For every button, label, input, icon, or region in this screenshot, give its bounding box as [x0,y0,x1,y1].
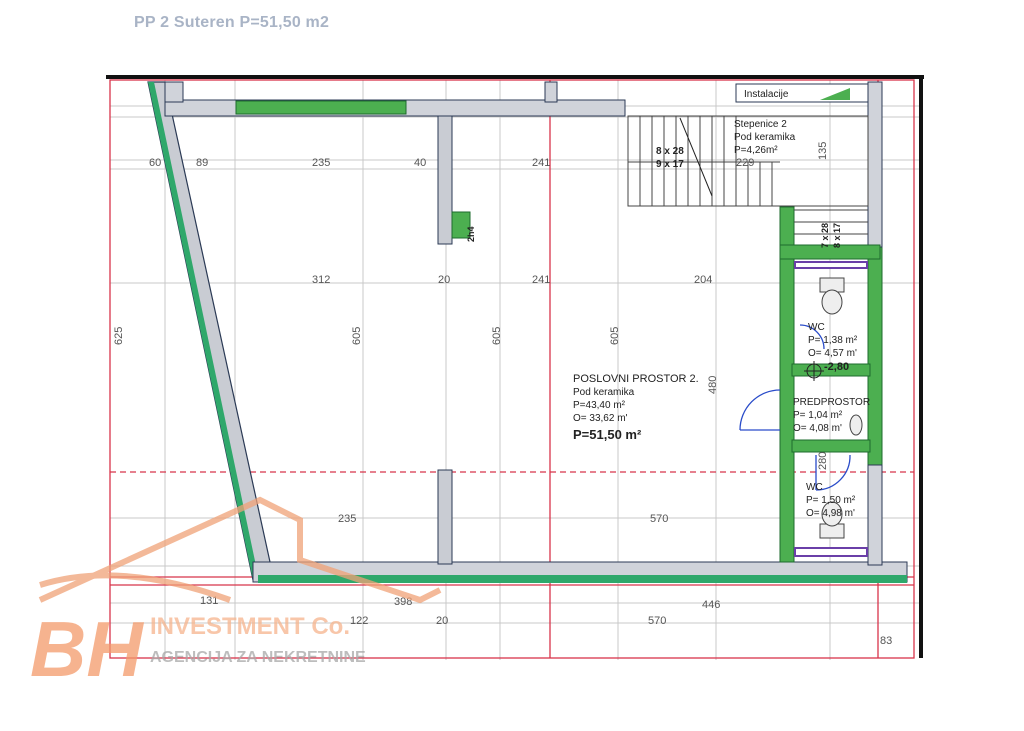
room-main-name: POSLOVNI PROSTOR 2. [573,373,699,385]
dim-312: 312 [312,274,330,286]
dim-625: 625 [113,327,125,345]
instalacije-label: Instalacije [744,89,789,100]
dim-570-a: 570 [650,513,668,525]
dim-89: 89 [196,157,208,169]
hall-p: P= 1,04 m² [793,410,843,421]
dim-20-mid: 20 [438,274,450,286]
dim-605-a: 605 [351,327,363,345]
dim-446: 446 [702,599,720,611]
dim-40: 40 [414,157,426,169]
wc2-name: WC [806,482,823,493]
stairs-steps-a1: 8 x 28 [656,146,684,157]
stairs-name: Stepenice 2 [734,119,787,130]
dim-570-b: 570 [648,615,666,627]
wc1-o: O= 4,57 m' [808,348,857,359]
room-main-floor: Pod keramika [573,387,635,398]
stairs-p: P=4,26m² [734,145,778,156]
dim-235-top: 235 [312,157,330,169]
dim-83: 83 [880,635,892,647]
room-main-total: P=51,50 m² [573,427,642,442]
dim-204: 204 [694,274,712,286]
wc1-name: WC [808,322,825,333]
floor-plan: POSLOVNI PROSTOR 2. Pod keramika P=43,40… [30,75,924,693]
wc2-o: O= 4,98 m' [806,508,855,519]
dim-280: 280 [817,452,829,470]
dim-229: 229 [736,157,754,169]
dim-135: 135 [817,142,829,160]
dim-20-bottom: 20 [436,615,448,627]
room-main-p: P=43,40 m² [573,400,626,411]
watermark-tagline: AGENCIJA ZA NEKRETNINE [150,649,366,666]
column-tag: 2h4 [466,226,476,242]
dim-480: 480 [707,376,719,394]
dim-60: 60 [149,157,161,169]
watermark-company: INVESTMENT Co. [150,613,350,640]
stairs-steps-b2: 8 x 17 [832,223,842,248]
wc2-p: P= 1,50 m² [806,495,856,506]
watermark-logo: BH [30,605,144,693]
hall-o: O= 4,08 m' [793,423,842,434]
dim-235-bottom: 235 [338,513,356,525]
stairs-steps-a2: 9 x 17 [656,159,684,170]
dim-122: 122 [350,615,368,627]
room-main-o: O= 33,62 m' [573,413,628,424]
dim-605-c: 605 [609,327,621,345]
level-label: -2,80 [824,361,849,373]
stairs-floor: Pod keramika [734,132,796,143]
walls [147,81,908,583]
dim-605-b: 605 [491,327,503,345]
stairs-steps-b1: 7 x 28 [820,223,830,248]
room-labels: POSLOVNI PROSTOR 2. Pod keramika P=43,40… [466,89,870,519]
dim-241-mid: 241 [532,274,550,286]
dim-241-top: 241 [532,157,550,169]
wc1-p: P= 1,38 m² [808,335,858,346]
hall-name: PREDPROSTOR [793,397,870,408]
